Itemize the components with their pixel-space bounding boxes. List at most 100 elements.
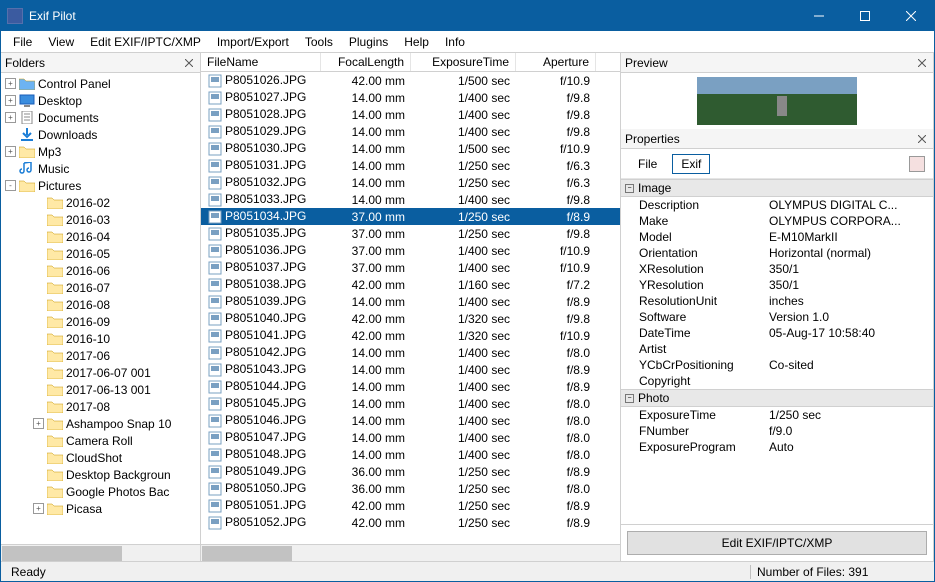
tree-item[interactable]: +Desktop: [1, 92, 200, 109]
file-row[interactable]: P8051036.JPG37.00 mm1/400 secf/10.9: [201, 242, 620, 259]
tree-item[interactable]: +Ashampoo Snap 10: [1, 415, 200, 432]
file-row[interactable]: P8051052.JPG42.00 mm1/250 secf/8.9: [201, 514, 620, 531]
prop-row[interactable]: DateTime05-Aug-17 10:58:40: [621, 325, 933, 341]
menu-help[interactable]: Help: [396, 33, 437, 51]
tree-item[interactable]: 2017-08: [1, 398, 200, 415]
menu-import-export[interactable]: Import/Export: [209, 33, 297, 51]
tree-item[interactable]: 2016-06: [1, 262, 200, 279]
prop-row[interactable]: DescriptionOLYMPUS DIGITAL C...: [621, 197, 933, 213]
tree-item[interactable]: +Documents: [1, 109, 200, 126]
tree-item[interactable]: 2016-05: [1, 245, 200, 262]
file-row[interactable]: P8051048.JPG14.00 mm1/400 secf/8.0: [201, 446, 620, 463]
tree-item[interactable]: +Mp3: [1, 143, 200, 160]
tab-file[interactable]: File: [629, 154, 666, 174]
menu-info[interactable]: Info: [437, 33, 473, 51]
tree-item[interactable]: Downloads: [1, 126, 200, 143]
file-row[interactable]: P8051050.JPG36.00 mm1/250 secf/8.0: [201, 480, 620, 497]
edit-exif-button[interactable]: Edit EXIF/IPTC/XMP: [627, 531, 927, 555]
column-exposuretime[interactable]: ExposureTime: [411, 53, 516, 71]
tree-item[interactable]: 2017-06-13 001: [1, 381, 200, 398]
column-aperture[interactable]: Aperture: [516, 53, 596, 71]
file-row[interactable]: P8051028.JPG14.00 mm1/400 secf/9.8: [201, 106, 620, 123]
folder-tree[interactable]: +Control Panel+Desktop+DocumentsDownload…: [1, 73, 200, 544]
file-row[interactable]: P8051043.JPG14.00 mm1/400 secf/8.9: [201, 361, 620, 378]
tree-item[interactable]: -Pictures: [1, 177, 200, 194]
prop-row[interactable]: SoftwareVersion 1.0: [621, 309, 933, 325]
prop-row[interactable]: XResolution350/1: [621, 261, 933, 277]
tree-item[interactable]: Camera Roll: [1, 432, 200, 449]
column-focallength[interactable]: FocalLength: [321, 53, 411, 71]
file-row[interactable]: P8051033.JPG14.00 mm1/400 secf/9.8: [201, 191, 620, 208]
file-row[interactable]: P8051051.JPG42.00 mm1/250 secf/8.9: [201, 497, 620, 514]
filelist-body[interactable]: P8051026.JPG42.00 mm1/500 secf/10.9P8051…: [201, 72, 620, 544]
expander-icon[interactable]: -: [5, 180, 16, 191]
options-button[interactable]: [909, 156, 925, 172]
prop-row[interactable]: YResolution350/1: [621, 277, 933, 293]
prop-row[interactable]: Copyright: [621, 373, 933, 389]
preview-thumbnail[interactable]: [697, 77, 857, 125]
column-filename[interactable]: FileName: [201, 53, 321, 71]
collapse-icon[interactable]: −: [625, 184, 634, 193]
file-row[interactable]: P8051026.JPG42.00 mm1/500 secf/10.9: [201, 72, 620, 89]
tree-item[interactable]: 2016-04: [1, 228, 200, 245]
expander-icon[interactable]: +: [5, 78, 16, 89]
collapse-icon[interactable]: −: [625, 394, 634, 403]
tree-item[interactable]: 2017-06-07 001: [1, 364, 200, 381]
prop-row[interactable]: ExposureProgramAuto: [621, 439, 933, 455]
file-row[interactable]: P8051039.JPG14.00 mm1/400 secf/8.9: [201, 293, 620, 310]
properties-close-button[interactable]: [915, 132, 929, 146]
file-row[interactable]: P8051041.JPG42.00 mm1/320 secf/10.9: [201, 327, 620, 344]
folders-close-button[interactable]: [182, 56, 196, 70]
prop-row[interactable]: FNumberf/9.0: [621, 423, 933, 439]
properties-body[interactable]: −ImageDescriptionOLYMPUS DIGITAL C...Mak…: [621, 179, 933, 524]
expander-icon[interactable]: +: [33, 503, 44, 514]
tree-item[interactable]: CloudShot: [1, 449, 200, 466]
tree-item[interactable]: 2016-08: [1, 296, 200, 313]
menu-edit-exif-iptc-xmp[interactable]: Edit EXIF/IPTC/XMP: [82, 33, 209, 51]
tree-item[interactable]: +Control Panel: [1, 75, 200, 92]
file-row[interactable]: P8051032.JPG14.00 mm1/250 secf/6.3: [201, 174, 620, 191]
filelist-hscrollbar[interactable]: [201, 544, 620, 561]
file-row[interactable]: P8051042.JPG14.00 mm1/400 secf/8.0: [201, 344, 620, 361]
folders-hscrollbar[interactable]: [1, 544, 200, 561]
menu-tools[interactable]: Tools: [297, 33, 341, 51]
tree-item[interactable]: 2016-03: [1, 211, 200, 228]
prop-row[interactable]: ExposureTime1/250 sec: [621, 407, 933, 423]
prop-row[interactable]: Artist: [621, 341, 933, 357]
file-row[interactable]: P8051035.JPG37.00 mm1/250 secf/9.8: [201, 225, 620, 242]
file-row[interactable]: P8051044.JPG14.00 mm1/400 secf/8.9: [201, 378, 620, 395]
file-row[interactable]: P8051045.JPG14.00 mm1/400 secf/8.0: [201, 395, 620, 412]
prop-row[interactable]: ModelE-M10MarkII: [621, 229, 933, 245]
file-row[interactable]: P8051030.JPG14.00 mm1/500 secf/10.9: [201, 140, 620, 157]
prop-row[interactable]: YCbCrPositioningCo-sited: [621, 357, 933, 373]
file-row[interactable]: P8051031.JPG14.00 mm1/250 secf/6.3: [201, 157, 620, 174]
menu-view[interactable]: View: [40, 33, 82, 51]
file-row[interactable]: P8051040.JPG42.00 mm1/320 secf/9.8: [201, 310, 620, 327]
file-row[interactable]: P8051047.JPG14.00 mm1/400 secf/8.0: [201, 429, 620, 446]
tab-exif[interactable]: Exif: [672, 154, 710, 174]
prop-row[interactable]: ResolutionUnitinches: [621, 293, 933, 309]
file-row[interactable]: P8051037.JPG37.00 mm1/400 secf/10.9: [201, 259, 620, 276]
expander-icon[interactable]: +: [5, 95, 16, 106]
minimize-button[interactable]: [796, 1, 842, 31]
menu-file[interactable]: File: [5, 33, 40, 51]
tree-item[interactable]: 2016-10: [1, 330, 200, 347]
tree-item[interactable]: 2017-06: [1, 347, 200, 364]
prop-row[interactable]: OrientationHorizontal (normal): [621, 245, 933, 261]
file-row[interactable]: P8051029.JPG14.00 mm1/400 secf/9.8: [201, 123, 620, 140]
tree-item[interactable]: Music: [1, 160, 200, 177]
file-row[interactable]: P8051049.JPG36.00 mm1/250 secf/8.9: [201, 463, 620, 480]
prop-group-header[interactable]: −Photo: [621, 389, 933, 407]
tree-item[interactable]: Desktop Backgroun: [1, 466, 200, 483]
tree-item[interactable]: 2016-07: [1, 279, 200, 296]
expander-icon[interactable]: +: [5, 112, 16, 123]
expander-icon[interactable]: +: [33, 418, 44, 429]
file-row[interactable]: P8051034.JPG37.00 mm1/250 secf/8.9: [201, 208, 620, 225]
preview-close-button[interactable]: [915, 56, 929, 70]
tree-item[interactable]: 2016-09: [1, 313, 200, 330]
file-row[interactable]: P8051046.JPG14.00 mm1/400 secf/8.0: [201, 412, 620, 429]
file-row[interactable]: P8051038.JPG42.00 mm1/160 secf/7.2: [201, 276, 620, 293]
maximize-button[interactable]: [842, 1, 888, 31]
file-row[interactable]: P8051027.JPG14.00 mm1/400 secf/9.8: [201, 89, 620, 106]
expander-icon[interactable]: +: [5, 146, 16, 157]
